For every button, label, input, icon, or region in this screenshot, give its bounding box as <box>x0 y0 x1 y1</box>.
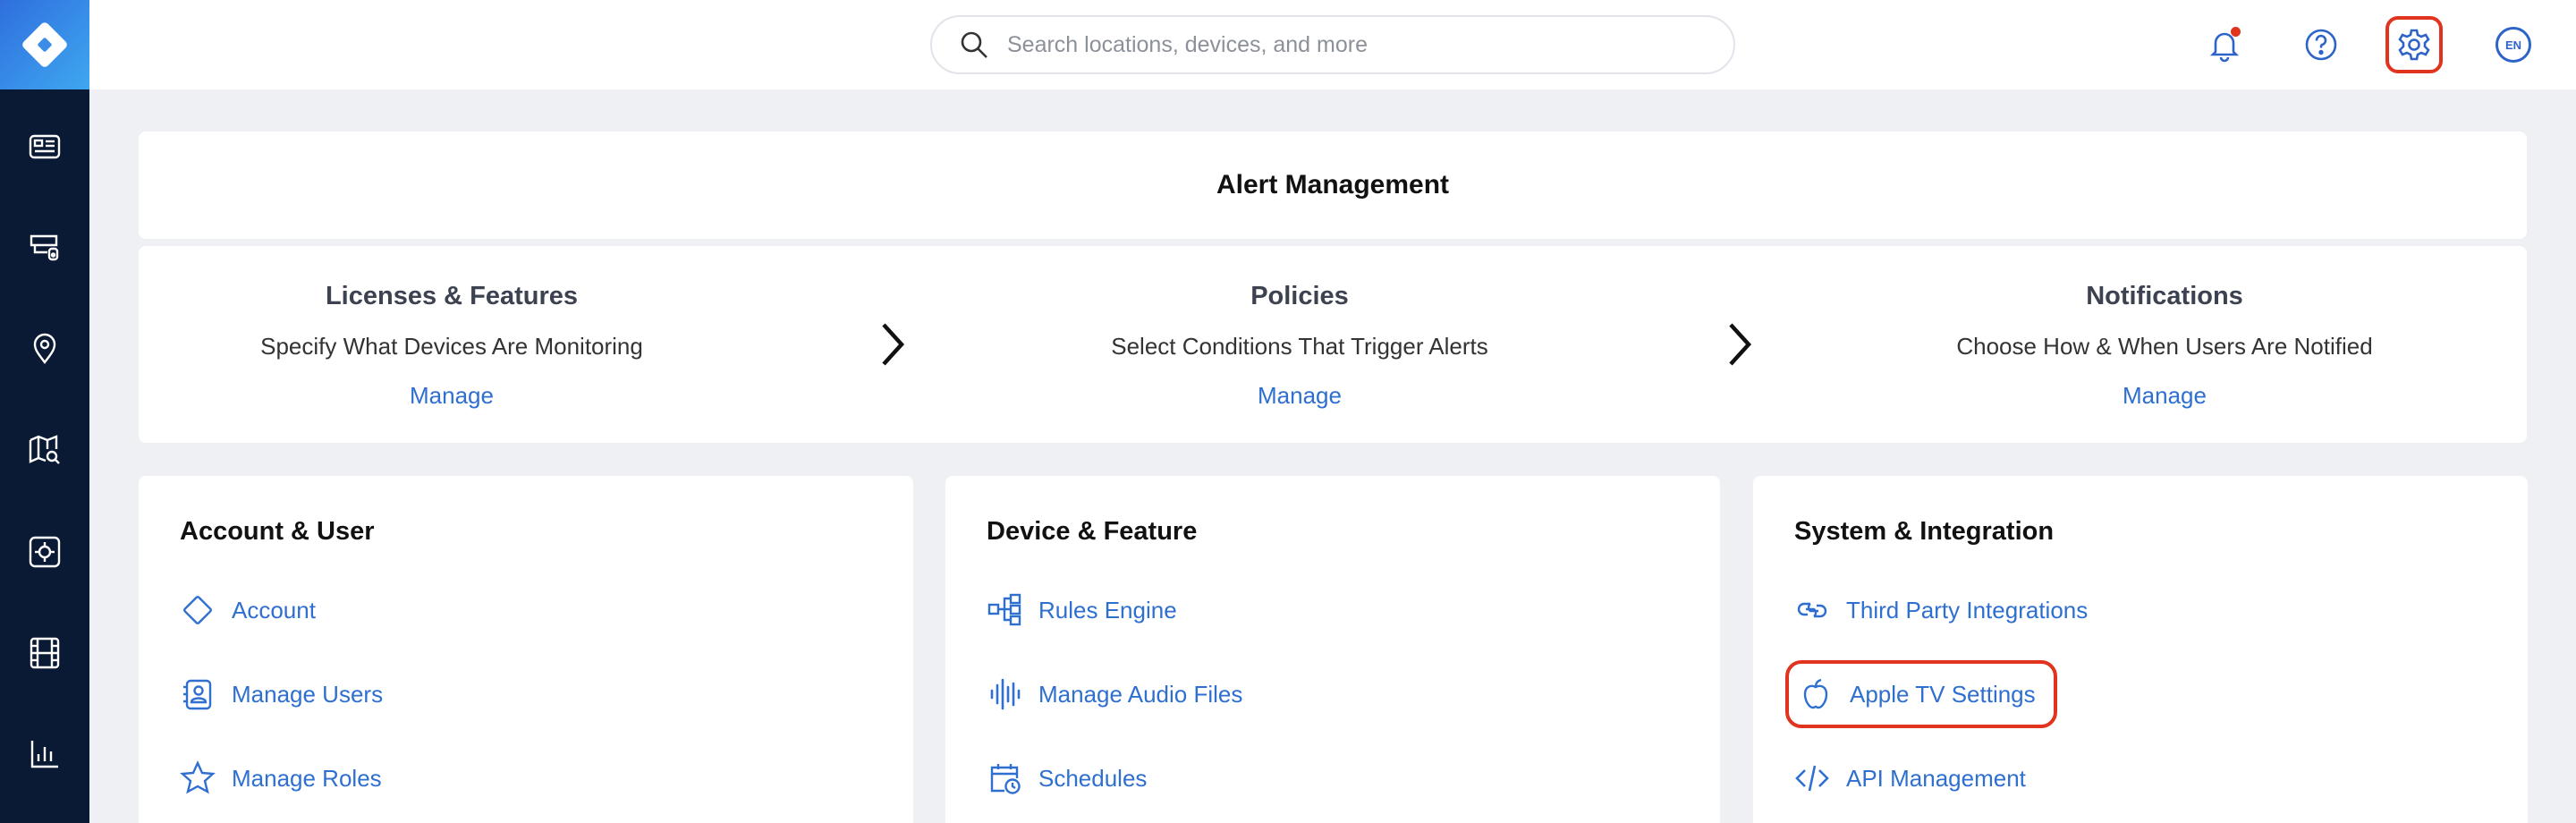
sidebar-item-locations[interactable] <box>0 313 89 385</box>
star-icon <box>180 760 216 794</box>
system-integration-section: System & Integration Third Party Integra… <box>1753 476 2528 823</box>
section-title: System & Integration <box>1794 517 2055 546</box>
link-label: Third Party Integrations <box>1846 596 2089 624</box>
sidebar-item-devices[interactable] <box>0 212 89 284</box>
apple-tv-settings-link[interactable]: Apple TV Settings <box>1785 660 2057 728</box>
step-manage-link[interactable]: Manage <box>987 382 1613 410</box>
manage-users-link[interactable]: Manage Users <box>180 669 383 719</box>
chevron-right-icon <box>1722 318 1758 371</box>
logo[interactable] <box>0 0 89 89</box>
chevron-right-icon <box>875 318 911 371</box>
location-pin-icon <box>33 333 56 364</box>
section-title: Account & User <box>180 517 375 546</box>
link-label: Schedules <box>1038 764 1148 792</box>
step-manage-link[interactable]: Manage <box>139 382 765 410</box>
search-bar[interactable] <box>930 15 1735 74</box>
step-description: Choose How & When Users Are Notified <box>1956 333 2373 360</box>
account-link[interactable]: Account <box>180 585 316 635</box>
user-badge-icon <box>183 679 212 710</box>
film-icon <box>30 637 60 669</box>
section-title: Device & Feature <box>987 517 1198 546</box>
step-licenses: Licenses & Features Specify What Devices… <box>139 282 765 410</box>
help-button[interactable] <box>2292 16 2350 73</box>
alert-steps-card: Licenses & Features Specify What Devices… <box>139 246 2527 443</box>
step-notifications: Notifications Choose How & When Users Ar… <box>1852 282 2478 410</box>
link-label: Apple TV Settings <box>1850 680 2036 708</box>
link-label: Rules Engine <box>1038 596 1177 624</box>
search-icon <box>961 31 987 58</box>
language-button[interactable]: EN <box>2485 16 2542 73</box>
rules-engine-link[interactable]: Rules Engine <box>987 585 1177 635</box>
notifications-button[interactable] <box>2196 16 2253 73</box>
search-input[interactable] <box>1007 31 1705 58</box>
step-title: Licenses & Features <box>325 282 579 310</box>
logo-icon <box>22 22 67 67</box>
schedules-link[interactable]: Schedules <box>987 753 1147 803</box>
bar-chart-icon <box>30 741 58 768</box>
code-icon <box>1795 765 1829 792</box>
diamond-icon <box>183 596 212 624</box>
audio-wave-icon <box>990 678 1021 710</box>
camera-device-icon <box>30 234 59 261</box>
link-label: API Management <box>1846 764 2026 792</box>
third-party-integrations-link[interactable]: Third Party Integrations <box>1794 585 2088 635</box>
sidebar-item-dashboard[interactable] <box>0 111 89 182</box>
link-label: Manage Users <box>232 680 384 708</box>
sidebar-item-analytics[interactable] <box>0 718 89 790</box>
dashboard-icon <box>29 134 61 159</box>
link-chain-icon <box>1797 602 1827 618</box>
manage-audio-files-link[interactable]: Manage Audio Files <box>987 669 1242 719</box>
calendar-clock-icon <box>990 764 1021 794</box>
link-label: Manage Audio Files <box>1038 680 1243 708</box>
sidebar-item-video[interactable] <box>0 617 89 689</box>
manage-roles-link[interactable]: Manage Roles <box>180 753 382 803</box>
settings-button[interactable] <box>2385 16 2443 73</box>
step-description: Select Conditions That Trigger Alerts <box>1111 333 1488 360</box>
link-label: Account <box>232 596 316 624</box>
map-search-icon <box>29 435 60 464</box>
step-policies: Policies Select Conditions That Trigger … <box>987 282 1613 410</box>
apple-icon <box>1803 678 1828 709</box>
language-badge: EN <box>2496 27 2531 63</box>
gear-icon <box>2398 29 2430 61</box>
step-title: Policies <box>1250 282 1349 310</box>
step-title: Notifications <box>2086 282 2243 310</box>
sidebar-item-map-search[interactable] <box>0 414 89 486</box>
step-manage-link[interactable]: Manage <box>1852 382 2478 410</box>
rules-flow-icon <box>987 593 1021 626</box>
device-feature-section: Device & Feature Rules Engine Manage Aud… <box>945 476 1720 823</box>
sidebar-item-monitoring[interactable] <box>0 516 89 588</box>
step-description: Specify What Devices Are Monitoring <box>260 333 643 360</box>
help-icon <box>2305 29 2337 61</box>
top-bar: EN <box>89 0 2576 89</box>
monitor-target-icon <box>29 536 61 568</box>
notification-dot <box>2231 27 2241 37</box>
api-management-link[interactable]: API Management <box>1794 753 2026 803</box>
alert-management-title: Alert Management <box>1216 170 1450 199</box>
sidebar <box>0 0 89 823</box>
link-label: Manage Roles <box>232 764 382 792</box>
account-user-section: Account & User Account Manage Users Mana… <box>139 476 913 823</box>
alert-management-card: Alert Management <box>139 132 2527 239</box>
